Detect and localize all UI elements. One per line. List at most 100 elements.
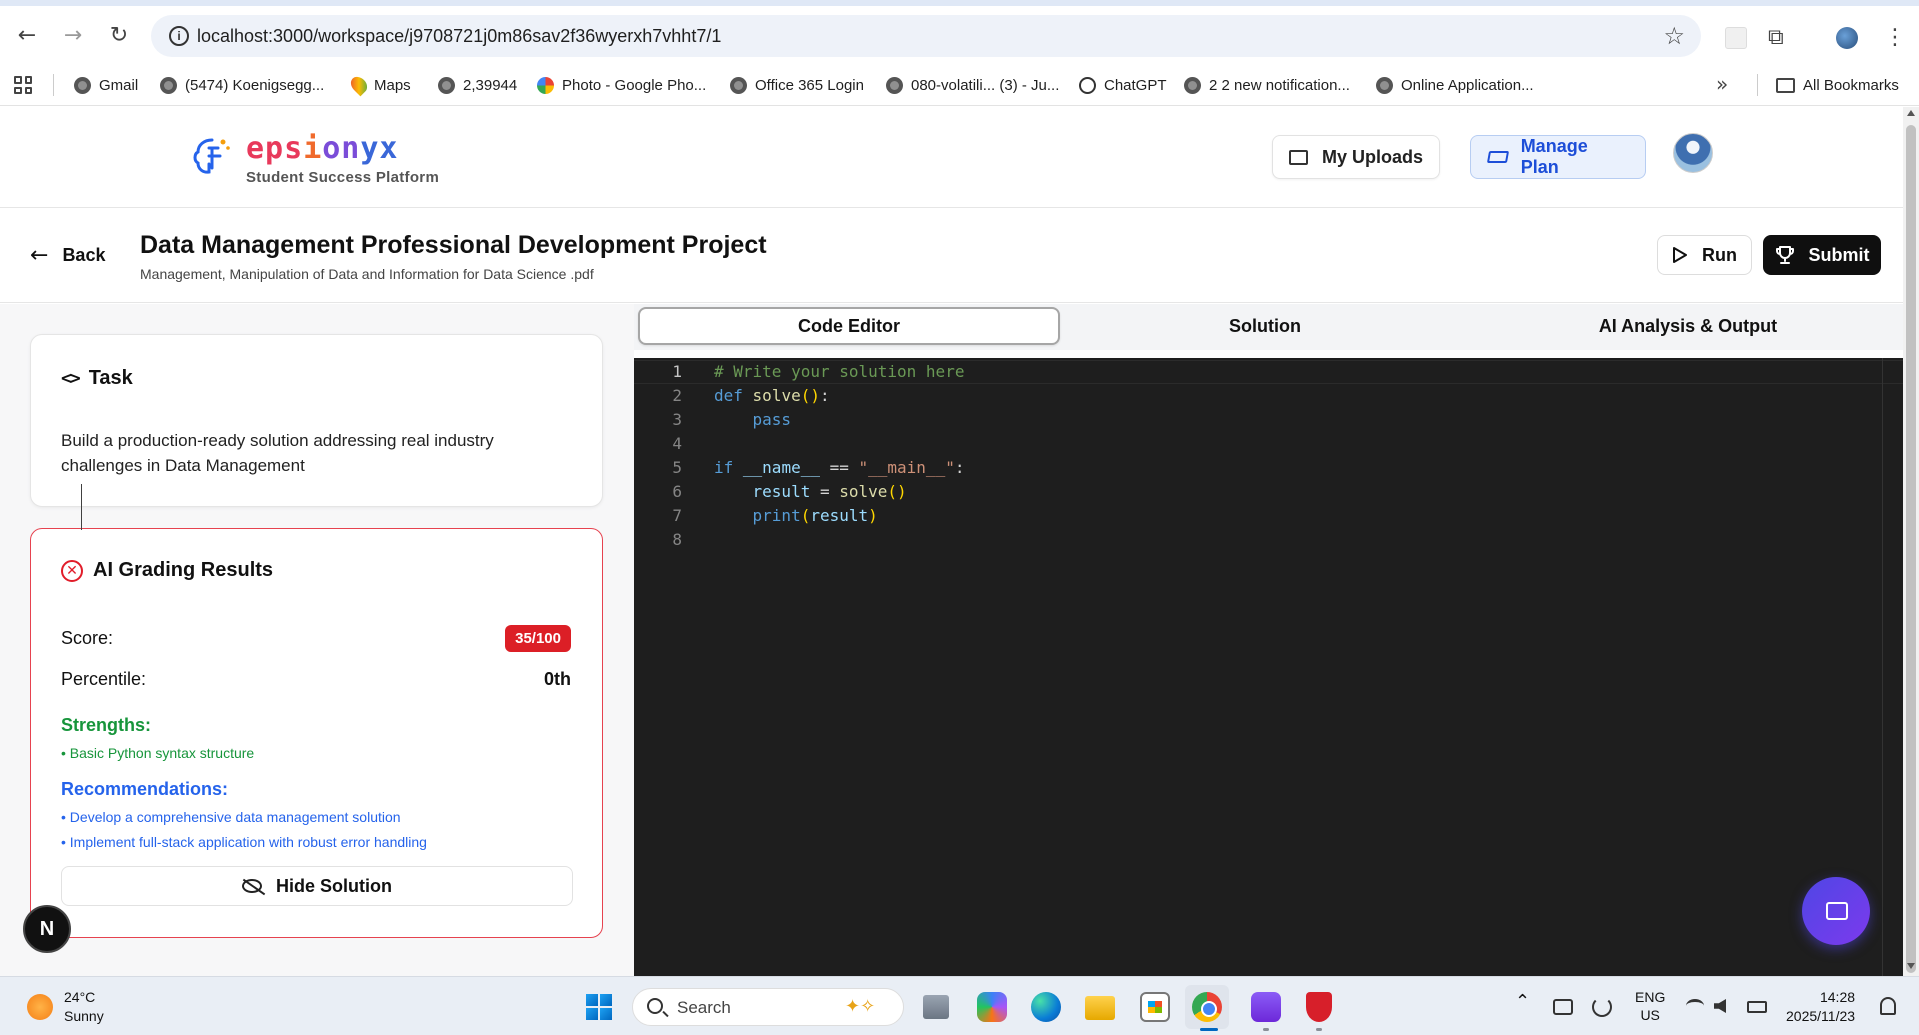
site-info-icon[interactable]: i	[169, 26, 189, 46]
bookmark-volatility[interactable]: 080-volatili... (3) - Ju...	[886, 72, 1059, 98]
weather-temperature[interactable]: 24°C	[64, 989, 95, 1005]
manage-plan-button[interactable]: Manage Plan	[1470, 135, 1646, 179]
maps-pin-icon	[347, 73, 371, 97]
copilot-icon[interactable]	[977, 992, 1007, 1022]
microsoft-store-icon[interactable]	[1140, 992, 1170, 1022]
submit-button[interactable]: Submit	[1763, 235, 1881, 275]
windows-taskbar: 24°C Sunny Search ✦✧ ⌃ ENG US 14:28 2025/1…	[0, 976, 1919, 1035]
grading-heading: ✕ AI Grading Results	[61, 559, 273, 582]
tab-code-editor[interactable]: Code Editor	[638, 307, 1060, 345]
browser-menu-icon[interactable]: ⋮	[1884, 27, 1906, 49]
code-text: # Write your solution here	[714, 362, 965, 381]
source-file-name: Management, Manipulation of Data and Inf…	[140, 266, 594, 282]
line-number: 8	[672, 530, 682, 549]
forward-arrow-icon[interactable]: →	[60, 23, 86, 49]
code-line[interactable]: 7 print(result)	[634, 504, 1903, 528]
percentile-value: 0th	[544, 669, 571, 689]
score-badge: 35/100	[505, 625, 571, 652]
security-shield-icon[interactable]	[1306, 992, 1332, 1022]
globe-icon	[438, 76, 455, 94]
address-bar[interactable]: i localhost:3000/workspace/j9708721j0m86…	[151, 15, 1701, 57]
sync-icon[interactable]	[1592, 997, 1612, 1017]
bookmark-maps[interactable]: Maps	[347, 72, 411, 98]
tab-ai-analysis[interactable]: AI Analysis & Output	[1477, 307, 1899, 345]
extension-icon[interactable]	[1725, 27, 1747, 49]
chrome-browser-icon[interactable]	[1192, 992, 1222, 1022]
chatgpt-icon	[1079, 76, 1096, 94]
nextjs-dev-indicator[interactable]: N	[23, 905, 71, 953]
line-number: 3	[672, 410, 682, 429]
volume-icon[interactable]	[1714, 999, 1726, 1013]
bookmark-online-application[interactable]: Online Application...	[1376, 72, 1534, 98]
network-off-icon[interactable]	[1553, 999, 1573, 1015]
bookmark-google-photos[interactable]: Photo - Google Pho...	[537, 72, 706, 98]
bookmark-label: ChatGPT	[1104, 76, 1167, 94]
all-bookmarks-button[interactable]: All Bookmarks	[1776, 72, 1899, 98]
user-avatar[interactable]	[1673, 133, 1713, 173]
weather-condition[interactable]: Sunny	[64, 1008, 104, 1024]
reload-icon[interactable]: ↻	[106, 23, 132, 49]
bookmark-gmail[interactable]: Gmail	[74, 72, 138, 98]
task-view-icon[interactable]	[923, 995, 949, 1019]
chat-button[interactable]	[1802, 877, 1870, 945]
brand-name[interactable]: epsionyx	[246, 131, 399, 166]
editor-minimap-edge	[1882, 358, 1883, 976]
code-text: result = solve()	[752, 482, 907, 501]
code-line[interactable]: 3 pass	[634, 408, 1903, 432]
windows-start-icon[interactable]	[586, 994, 612, 1020]
bookmark-label: Photo - Google Pho...	[562, 76, 707, 94]
ai-grading-card: ✕ AI Grading Results Score: 35/100 Perce…	[30, 528, 603, 938]
battery-icon[interactable]	[1747, 1001, 1767, 1013]
my-uploads-button[interactable]: My Uploads	[1272, 135, 1440, 179]
bookmark-star-icon[interactable]: ☆	[1663, 22, 1685, 50]
google-photos-icon	[537, 76, 554, 94]
edge-browser-icon[interactable]	[1031, 992, 1061, 1022]
bookmark-number[interactable]: 2,39944	[438, 72, 517, 98]
tab-solution[interactable]: Solution	[1054, 307, 1476, 345]
globe-icon	[1184, 76, 1201, 94]
scroll-down-arrow-icon[interactable]	[1907, 963, 1915, 969]
extensions-puzzle-icon[interactable]: ⧉	[1768, 27, 1790, 49]
taskbar-search[interactable]: Search ✦✧	[632, 988, 904, 1026]
bookmark-label: 2,39944	[463, 76, 518, 94]
apps-grid-icon[interactable]	[14, 76, 32, 94]
code-line[interactable]: 5 if __name__ == "__main__":	[634, 456, 1903, 480]
notification-bell-icon[interactable]	[1880, 997, 1896, 1015]
run-label: Run	[1702, 244, 1737, 265]
scroll-up-arrow-icon[interactable]	[1907, 110, 1915, 116]
more-bookmarks-chevron-icon[interactable]: »	[1716, 72, 1728, 96]
bookmark-notifications[interactable]: 2 2 new notification...	[1184, 72, 1350, 98]
folder-icon	[1289, 149, 1308, 165]
code-line[interactable]: 6 result = solve()	[634, 480, 1903, 504]
file-explorer-icon[interactable]	[1085, 996, 1115, 1020]
back-arrow-icon[interactable]: ←	[14, 23, 40, 49]
run-button[interactable]: Run	[1657, 235, 1752, 275]
code-text: print(result)	[752, 506, 878, 525]
purple-app-icon[interactable]	[1251, 992, 1281, 1022]
url-text[interactable]: localhost:3000/workspace/j9708721j0m86sa…	[197, 26, 721, 47]
system-clock[interactable]: 14:28 2025/11/23	[1786, 988, 1855, 1026]
profile-avatar-icon[interactable]	[1836, 27, 1858, 49]
chevron-up-icon[interactable]: ⌃	[1515, 991, 1530, 1012]
wifi-icon[interactable]	[1686, 999, 1704, 1013]
my-uploads-label: My Uploads	[1322, 146, 1424, 167]
scroll-thumb[interactable]	[1906, 125, 1916, 973]
input-language[interactable]: ENG US	[1635, 988, 1665, 1024]
trophy-icon	[1775, 246, 1794, 264]
back-button[interactable]: ← Back	[30, 243, 105, 268]
sun-icon[interactable]	[27, 994, 53, 1020]
bookmark-koenigsegg[interactable]: (5474) Koenigsegg...	[160, 72, 324, 98]
recommendation-item: • Implement full-stack application with …	[61, 834, 427, 850]
hide-solution-button[interactable]: Hide Solution	[61, 866, 573, 906]
grading-heading-label: AI Grading Results	[93, 559, 274, 581]
code-line[interactable]: 8	[634, 528, 1903, 552]
x-circle-icon: ✕	[61, 559, 83, 582]
globe-icon	[730, 76, 747, 94]
code-editor[interactable]: 1 # Write your solution here 2 def solve()…	[634, 358, 1903, 976]
code-line[interactable]: 2 def solve():	[634, 384, 1903, 408]
page-scrollbar[interactable]	[1903, 107, 1919, 976]
code-line[interactable]: 4	[634, 432, 1903, 456]
bookmark-chatgpt[interactable]: ChatGPT	[1079, 72, 1167, 98]
code-line[interactable]: 1 # Write your solution here	[634, 360, 1903, 384]
bookmark-office365[interactable]: Office 365 Login	[730, 72, 864, 98]
